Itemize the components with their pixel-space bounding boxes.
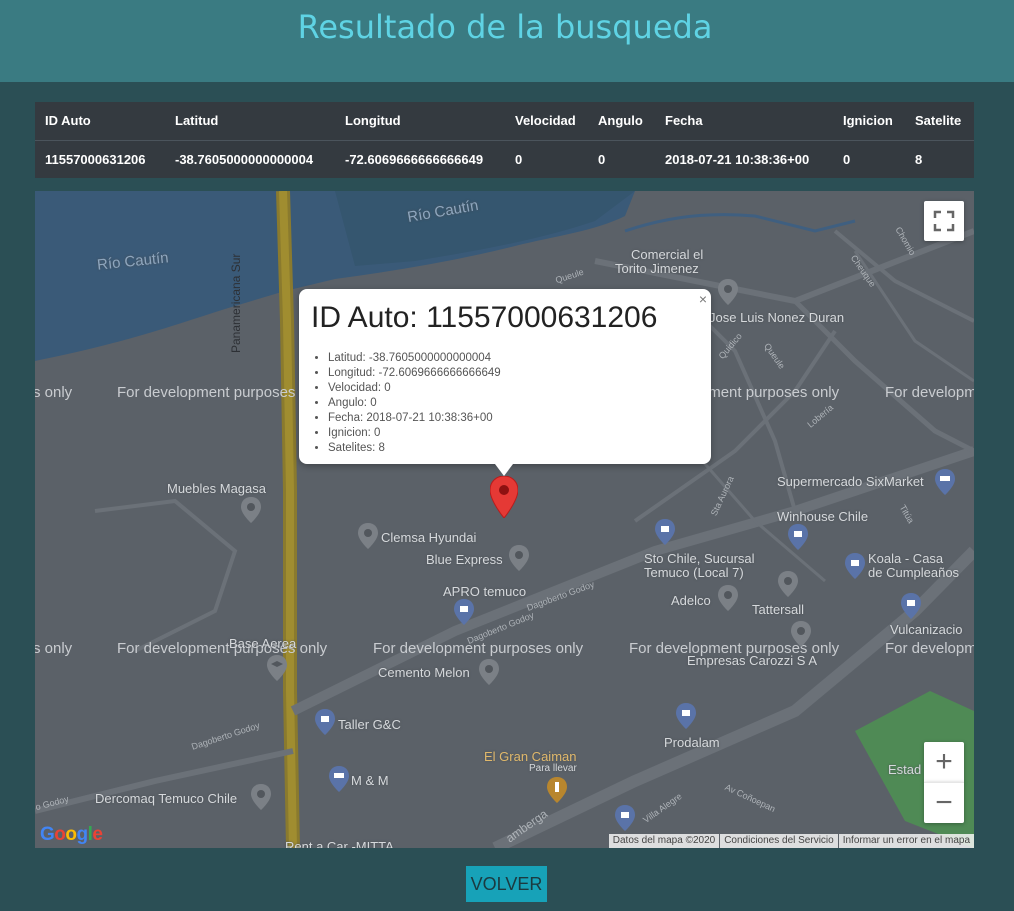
table-cell: -72.6069666666666649 [345,151,484,167]
place-label: Base Aerea [229,636,297,651]
shopping-pin-icon[interactable] [788,524,808,550]
table-cell: 0 [515,151,523,167]
place-label: Jose Luis Nonez Duran [709,310,845,325]
dev-watermark: s only [35,640,73,657]
column-header: Velocidad [515,113,576,129]
cart-pin-icon[interactable] [329,766,349,792]
info-window-title: ID Auto: 11557000631206 [311,301,658,334]
place-label: El Gran Caiman [484,749,577,764]
place-sublabel: Para llevar [529,763,577,774]
table-cell: -38.7605000000000004 [175,151,314,167]
place-label: Rent a Car -MITTA [285,839,394,848]
table-cell: 0 [598,151,606,167]
results-table: ID Auto Latitud Longitud Velocidad Angul… [35,102,974,178]
close-icon[interactable]: × [699,291,707,307]
map-attribution: Datos del mapa ©2020 Condiciones del Ser… [608,834,974,848]
dev-watermark: For development purposes only [373,640,584,657]
column-header: Fecha [665,113,703,129]
column-header: Ignicion [843,113,893,129]
vehicle-marker-icon[interactable] [490,476,518,518]
list-item: Longitud: -72.6069666666666649 [328,366,501,381]
column-header: Longitud [345,113,401,129]
report-error-link[interactable]: Informar un error en el mapa [838,834,974,848]
location-pin-icon[interactable] [778,571,798,597]
column-header: Latitud [175,113,219,129]
column-header: Angulo [598,113,643,129]
table-cell: 8 [915,151,923,167]
highway-label: Panamericana Sur [229,253,243,353]
table-cell: 11557000631206 [45,151,146,167]
location-pin-icon[interactable] [241,497,261,523]
shopping-pin-icon[interactable] [615,805,635,831]
list-item: Satelites: 8 [328,441,501,456]
zoom-in-button[interactable]: + [924,742,964,782]
restaurant-pin-icon[interactable] [547,777,567,803]
place-label: Comercial el [631,247,704,262]
location-pin-icon[interactable] [718,279,738,305]
place-label: Clemsa Hyundai [381,530,477,545]
place-label: Dercomaq Temuco Chile [95,791,238,806]
place-label: M & M [351,773,389,788]
map-data-link[interactable]: Datos del mapa ©2020 [608,834,720,848]
table-row: 11557000631206 -38.7605000000000004 -72.… [35,140,974,178]
column-header: ID Auto [45,113,91,129]
zoom-out-button[interactable]: − [924,782,964,823]
place-label: Prodalam [664,735,720,750]
list-item: Latitud: -38.7605000000000004 [328,351,501,366]
place-label: Supermercado SixMarket [777,474,924,489]
info-window-details: Latitud: -38.7605000000000004 Longitud: … [311,351,501,456]
header-bar: Resultado de la busqueda [0,0,1014,82]
shopping-pin-icon[interactable] [901,593,921,619]
list-item: Angulo: 0 [328,396,501,411]
location-pin-icon[interactable] [718,585,738,611]
location-pin-icon[interactable] [509,545,529,571]
location-pin-icon[interactable] [479,659,499,685]
shopping-pin-icon[interactable] [655,519,675,545]
school-pin-icon[interactable] [267,655,287,681]
dev-watermark: For developm [885,384,974,401]
place-label: Muebles Magasa [167,481,266,496]
place-label: Adelco [671,593,711,608]
place-label: Torito Jimenez [615,261,699,276]
info-window: ID Auto: 11557000631206 × Latitud: -38.7… [299,289,711,476]
place-label: de Cumpleaños [868,565,960,580]
list-item: Fecha: 2018-07-21 10:38:36+00 [328,411,501,426]
fullscreen-icon [933,210,955,232]
list-item: Velocidad: 0 [328,381,501,396]
dev-watermark: s only [35,384,73,401]
place-label: Estad [888,762,922,777]
table-cell: 2018-07-21 10:38:36+00 [665,151,810,167]
shopping-pin-icon[interactable] [676,703,696,729]
place-label: Winhouse Chile [777,509,869,524]
cart-pin-icon[interactable] [935,469,955,495]
place-label: APRO temuco [443,584,527,599]
place-label: Temuco (Local 7) [644,565,744,580]
place-label: Koala - Casa [868,551,944,566]
google-logo[interactable]: Google [40,824,103,846]
shopping-pin-icon[interactable] [454,599,474,625]
dev-watermark: For development purposes only [117,384,328,401]
column-header: Satelite [915,113,962,129]
location-pin-icon[interactable] [791,621,811,647]
volver-button[interactable]: VOLVER [466,866,547,902]
place-label: Tattersall [752,602,805,617]
dev-watermark: For developm [885,640,974,657]
place-label: Empresas Carozzi S A [687,653,818,668]
map-view[interactable]: s only For development purposes only For… [35,191,974,848]
place-label: Blue Express [426,552,503,567]
list-item: Ignicion: 0 [328,426,501,441]
place-label: Taller G&C [338,717,401,732]
table-header-row: ID Auto Latitud Longitud Velocidad Angul… [35,102,974,140]
location-pin-icon[interactable] [358,523,378,549]
table-cell: 0 [843,151,851,167]
place-label: Vulcanizacio [890,622,963,637]
page-title: Resultado de la busqueda [297,8,713,46]
place-label: Sto Chile, Sucursal [644,551,755,566]
shopping-pin-icon[interactable] [845,553,865,579]
terms-link[interactable]: Condiciones del Servicio [720,834,838,848]
location-pin-icon[interactable] [251,784,271,810]
shopping-pin-icon[interactable] [315,709,335,735]
fullscreen-button[interactable] [924,201,964,241]
place-label: Cemento Melon [378,665,470,680]
